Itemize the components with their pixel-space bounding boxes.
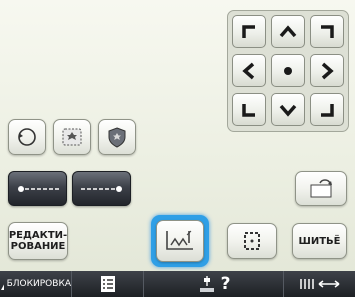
arrow-down-left-icon (242, 103, 255, 117)
rotate-icon (18, 128, 36, 146)
center-button[interactable] (271, 54, 305, 87)
arrow-down-icon (279, 104, 297, 117)
end-point-icon (80, 185, 122, 192)
needle-end-button[interactable] (72, 171, 131, 206)
stitch-width-icon (299, 279, 339, 289)
arrow-up-left-icon (242, 24, 255, 38)
help-glyph: ? (220, 274, 231, 294)
trial-frame-icon (62, 128, 82, 146)
edit-button-label: РЕДАКТИ- РОВАНИЕ (8, 230, 68, 252)
needle-start-button[interactable] (8, 171, 67, 206)
move-up-button[interactable] (271, 15, 305, 48)
edit-button[interactable]: РЕДАКТИ- РОВАНИЕ (8, 222, 68, 260)
move-right-button[interactable] (310, 54, 344, 87)
help-tab[interactable]: ? (144, 271, 284, 297)
start-point-icon (17, 185, 59, 192)
return-button[interactable] (295, 171, 347, 206)
sew-button[interactable]: ШИТЬЁ (292, 223, 347, 259)
move-up-right-button[interactable] (310, 15, 344, 48)
move-down-left-button[interactable] (232, 93, 266, 126)
move-up-left-button[interactable] (232, 15, 266, 48)
arrow-down-right-icon (321, 103, 334, 117)
arrow-left-icon (242, 62, 255, 79)
hoop-needle-icon (166, 230, 193, 250)
arrow-right-icon (321, 62, 334, 79)
shield-icon (108, 127, 126, 148)
density-button[interactable] (98, 119, 136, 155)
hoop-button[interactable] (156, 220, 204, 262)
lock-tab[interactable]: БЛОКИРОВКА (0, 271, 72, 297)
sew-button-label: ШИТЬЁ (298, 235, 341, 247)
move-arrow-panel (227, 10, 349, 132)
move-down-right-button[interactable] (310, 93, 344, 126)
move-down-button[interactable] (271, 93, 305, 126)
embroidery-screen: РЕДАКТИ- РОВАНИЕ ШИТЬЁ БЛОКИРОВКА ? (0, 0, 355, 297)
arrow-up-icon (279, 24, 297, 37)
warning-icon (1, 284, 4, 290)
stitch-width-tab[interactable] (284, 271, 355, 297)
arrow-up-right-icon (321, 24, 334, 38)
center-dot-icon (284, 66, 292, 75)
needle-plate-icon (199, 276, 214, 292)
lock-tab-label: БЛОКИРОВКА (6, 279, 71, 289)
rotate-button[interactable] (8, 119, 46, 155)
return-arrow-icon (310, 178, 332, 197)
checklist-icon (100, 276, 115, 292)
frame-dashed-icon (244, 232, 260, 250)
checklist-tab[interactable] (72, 271, 144, 297)
frame-check-button[interactable] (227, 223, 277, 259)
trial-button[interactable] (53, 119, 91, 155)
move-left-button[interactable] (232, 54, 266, 87)
